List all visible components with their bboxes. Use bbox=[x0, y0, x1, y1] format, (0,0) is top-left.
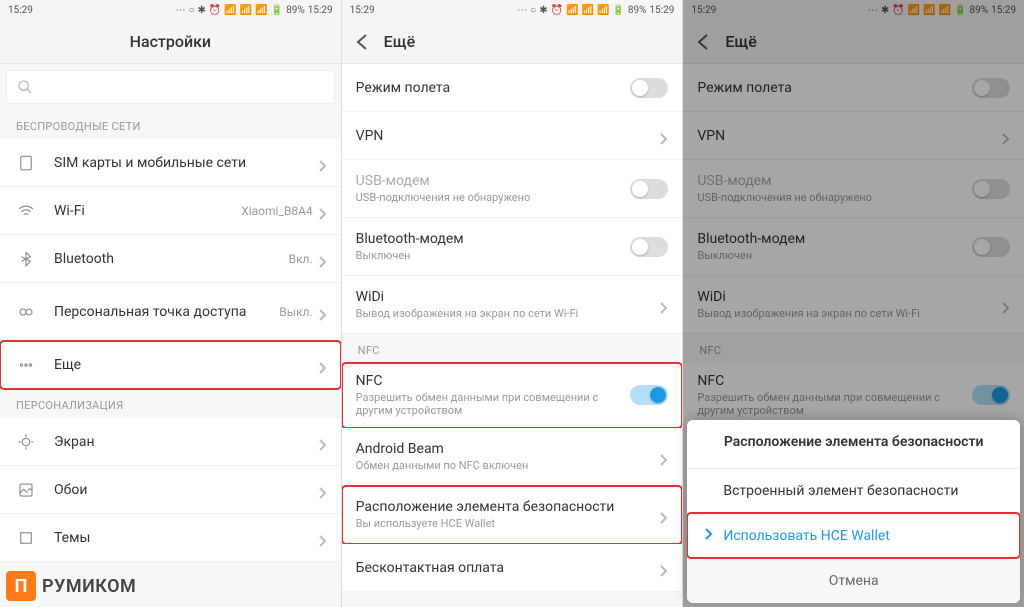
header: Настройки bbox=[0, 20, 341, 64]
sim-icon bbox=[14, 154, 38, 172]
pane-more: 15:29 ⋯○✱⏰📶📶📶 🔋89%15:29 Ещё Режим полета… bbox=[342, 0, 684, 607]
hotspot-icon bbox=[14, 303, 38, 321]
chevron-right-icon bbox=[319, 306, 327, 318]
row-sub: Обмен данными по NFC включен bbox=[356, 459, 661, 472]
row-nfc[interactable]: NFC Разрешить обмен данными при совмещени… bbox=[342, 363, 683, 428]
back-button[interactable] bbox=[354, 33, 372, 51]
cancel-button[interactable]: Отмена bbox=[687, 558, 1020, 603]
chevron-right-icon bbox=[660, 451, 668, 463]
chevron-right-icon bbox=[319, 253, 327, 265]
row-themes[interactable]: Темы bbox=[0, 514, 341, 562]
page-title: Ещё bbox=[384, 32, 416, 51]
option-embedded[interactable]: Встроенный элемент безопасности bbox=[687, 468, 1020, 513]
toggle[interactable] bbox=[630, 237, 668, 257]
option-label: Встроенный элемент безопасности bbox=[723, 483, 958, 499]
option-label: Использовать HCE Wallet bbox=[723, 528, 890, 544]
row-label: Еще bbox=[54, 357, 319, 373]
row-bluetooth[interactable]: Bluetooth Вкл. bbox=[0, 235, 341, 283]
row-sub: Вы используете HCE Wallet bbox=[356, 517, 661, 530]
chevron-right-icon bbox=[660, 130, 668, 142]
status-icons: ⋯○✱⏰📶📶📶 🔋89%15:29 bbox=[175, 5, 332, 16]
row-label: VPN bbox=[356, 128, 661, 144]
row-sub: Вывод изображения на экран по сети Wi-Fi bbox=[356, 307, 661, 320]
bluetooth-icon bbox=[14, 250, 38, 268]
status-time: 15:29 bbox=[8, 5, 33, 16]
row-label: NFC bbox=[356, 373, 631, 389]
status-bar: 15:29 ⋯○✱⏰📶📶📶 🔋89%15:29 bbox=[342, 0, 683, 20]
display-icon bbox=[14, 433, 38, 451]
row-label: Wi-Fi bbox=[54, 203, 241, 219]
row-sim[interactable]: SIM карты и мобильные сети bbox=[0, 139, 341, 187]
chevron-right-icon bbox=[660, 509, 668, 521]
row-label: Персональная точка доступа bbox=[54, 304, 279, 320]
sheet-title: Расположение элемента безопасности bbox=[687, 420, 1020, 468]
option-hce-wallet[interactable]: Использовать HCE Wallet bbox=[687, 513, 1020, 558]
row-label: SIM карты и мобильные сети bbox=[54, 155, 319, 171]
pane-more-dialog: 15:29 ⋯✱⏰📶📶📶 🔋89%15:29 Ещё Режим полета … bbox=[683, 0, 1024, 607]
row-label: Android Beam bbox=[356, 441, 661, 457]
row-label: USB-модем bbox=[356, 173, 631, 189]
row-label: Экран bbox=[54, 434, 319, 450]
toggle[interactable] bbox=[630, 385, 668, 405]
chevron-right-icon bbox=[319, 436, 327, 448]
watermark-logo: П РУМИКОМ bbox=[6, 571, 136, 601]
themes-icon bbox=[14, 529, 38, 547]
more-icon bbox=[14, 356, 38, 374]
row-label: Расположение элемента безопасности bbox=[356, 499, 661, 515]
status-icons: ⋯○✱⏰📶📶📶 🔋89%15:29 bbox=[517, 5, 674, 16]
row-label: Bluetooth-модем bbox=[356, 231, 631, 247]
row-contactless[interactable]: Бесконтактная оплата bbox=[342, 544, 683, 592]
row-label: WiDi bbox=[356, 289, 661, 305]
row-sub: Выключен bbox=[356, 249, 631, 262]
chevron-right-icon bbox=[705, 528, 715, 544]
row-sub: Разрешить обмен данными при совмещении с… bbox=[356, 391, 631, 417]
row-label: Обои bbox=[54, 482, 319, 498]
row-widi[interactable]: WiDi Вывод изображения на экран по сети W… bbox=[342, 276, 683, 334]
logo-icon: П bbox=[6, 571, 36, 601]
row-value: Выкл. bbox=[279, 305, 312, 319]
bottom-sheet: Расположение элемента безопасности Встро… bbox=[687, 420, 1020, 603]
pane-settings: 15:29 ⋯○✱⏰📶📶📶 🔋89%15:29 Настройки БЕСПРО… bbox=[0, 0, 342, 607]
search-icon bbox=[17, 79, 33, 95]
status-time: 15:29 bbox=[350, 5, 375, 16]
row-label: Бесконтактная оплата bbox=[356, 560, 661, 576]
chevron-right-icon bbox=[660, 299, 668, 311]
row-value: Xiaomi_B8A4 bbox=[241, 204, 312, 218]
row-label: Bluetooth bbox=[54, 251, 289, 267]
row-sub: USB-подключения не обнаружено bbox=[356, 191, 631, 204]
chevron-right-icon bbox=[660, 562, 668, 574]
row-label: Темы bbox=[54, 530, 319, 546]
chevron-right-icon bbox=[319, 157, 327, 169]
row-airplane[interactable]: Режим полета bbox=[342, 64, 683, 112]
row-vpn[interactable]: VPN bbox=[342, 112, 683, 160]
chevron-right-icon bbox=[319, 359, 327, 371]
toggle[interactable] bbox=[630, 78, 668, 98]
logo-text: РУМИКОМ bbox=[42, 576, 136, 597]
row-secure-element[interactable]: Расположение элемента безопасности Вы исп… bbox=[342, 486, 683, 544]
chevron-right-icon bbox=[319, 484, 327, 496]
status-bar: 15:29 ⋯○✱⏰📶📶📶 🔋89%15:29 bbox=[0, 0, 341, 20]
row-display[interactable]: Экран bbox=[0, 418, 341, 466]
page-title: Настройки bbox=[130, 32, 211, 51]
toggle bbox=[630, 179, 668, 199]
row-more[interactable]: Еще bbox=[0, 341, 341, 389]
row-label: Режим полета bbox=[356, 80, 631, 96]
row-wifi[interactable]: Wi-Fi Xiaomi_B8A4 bbox=[0, 187, 341, 235]
section-nfc: NFC bbox=[342, 334, 683, 363]
header: Ещё bbox=[342, 20, 683, 64]
row-value: Вкл. bbox=[289, 252, 313, 266]
section-wireless: БЕСПРОВОДНЫЕ СЕТИ bbox=[0, 110, 341, 139]
section-personal: ПЕРСОНАЛИЗАЦИЯ bbox=[0, 389, 341, 418]
row-hotspot[interactable]: Персональная точка доступа Выкл. bbox=[0, 283, 341, 341]
row-bt-tether[interactable]: Bluetooth-модем Выключен bbox=[342, 218, 683, 276]
search-input[interactable] bbox=[6, 70, 335, 104]
row-beam[interactable]: Android Beam Обмен данными по NFC включен bbox=[342, 428, 683, 486]
chevron-right-icon bbox=[319, 205, 327, 217]
row-wallpaper[interactable]: Обои bbox=[0, 466, 341, 514]
chevron-right-icon bbox=[319, 532, 327, 544]
wifi-icon bbox=[14, 202, 38, 220]
wallpaper-icon bbox=[14, 481, 38, 499]
row-usb-tether: USB-модем USB-подключения не обнаружено bbox=[342, 160, 683, 218]
